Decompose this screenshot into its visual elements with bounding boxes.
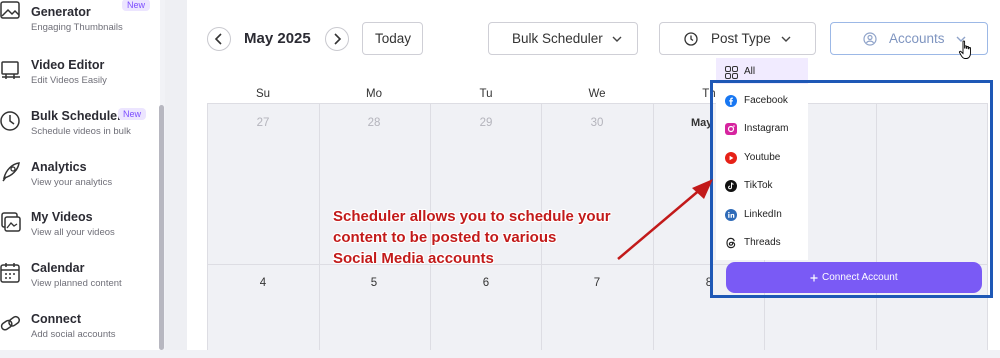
chevron-down-icon [781,36,791,42]
highlight-box [710,80,993,298]
new-badge: New [122,0,151,11]
bulk-scheduler-label: Bulk Scheduler [512,31,603,46]
sidebar-item-my-videos[interactable]: My Videos View all your videos [0,210,158,256]
grid-line [319,103,320,350]
annotation-text: Scheduler allows you to schedule your co… [333,206,611,269]
sidebar-item-subtitle: View all your videos [31,227,115,238]
rocket-icon [0,160,22,184]
image-icon [0,0,22,23]
day-cell[interactable]: 29 [466,117,506,129]
accounts-label: Accounts [889,31,945,46]
chevron-down-icon [612,36,622,42]
post-type-dropdown[interactable]: Post Type [659,22,816,55]
user-icon [863,32,877,46]
sidebar-item-bulk-scheduler[interactable]: Bulk Scheduler New Schedule videos in bu… [0,108,158,155]
sidebar-item-label: Connect [31,312,81,326]
weekday-header: Su [255,88,271,100]
my-videos-icon [0,210,22,234]
sidebar-item-connect[interactable]: Connect Add social accounts [0,312,158,358]
sidebar-item-label: Bulk Scheduler [31,109,122,123]
next-month-button[interactable] [325,27,349,51]
weekday-header: Tu [479,88,493,100]
sidebar-item-subtitle: Engaging Thumbnails [31,22,123,33]
day-cell[interactable]: 4 [243,277,283,289]
annotation-arrow [617,179,713,260]
chevron-left-icon [214,33,222,45]
sidebar-item-subtitle: Schedule videos in bulk [31,126,131,137]
clock-icon [684,32,698,46]
annotation-line: content to be posted to various [333,229,557,246]
sidebar-item-subtitle: View your analytics [31,177,113,188]
sidebar-item-label: Analytics [31,160,87,174]
annotation-line: Scheduler allows you to schedule your [333,208,611,225]
sidebar-item-subtitle: Edit Videos Easily [31,75,107,86]
weekday-header: Mo [366,88,382,100]
day-cell[interactable]: 27 [243,117,283,129]
bulk-scheduler-dropdown[interactable]: Bulk Scheduler [488,22,638,55]
sidebar-scrollbar[interactable] [159,105,164,350]
sidebar-item-label: Calendar [31,261,85,275]
day-cell[interactable]: 30 [577,117,617,129]
today-button[interactable]: Today [362,22,423,55]
month-title: May 2025 [244,30,311,47]
weekday-header: We [588,88,606,100]
day-cell[interactable]: 5 [354,277,394,289]
new-badge: New [118,108,147,120]
prev-month-button[interactable] [207,27,231,51]
post-type-label: Post Type [711,31,771,46]
sidebar-item-label: My Videos [31,210,93,224]
hand-cursor-icon [958,40,971,59]
gutter [165,0,187,350]
sidebar-item-calendar[interactable]: Calendar View planned content [0,261,158,307]
sidebar-item-analytics[interactable]: Analytics View your analytics [0,160,158,206]
clock-icon [0,109,22,133]
menu-item-label: All [744,66,756,77]
sidebar: Generator New Engaging Thumbnails Video … [0,0,160,350]
grid-line [207,103,208,350]
sidebar-item-subtitle: Add social accounts [31,329,116,340]
calendar-icon [0,261,22,285]
link-icon [0,312,22,336]
day-cell[interactable]: 6 [466,277,506,289]
sidebar-item-label: Video Editor [31,58,105,72]
annotation-line: Social Media accounts [333,250,494,267]
sidebar-item-video-editor[interactable]: Video Editor Edit Videos Easily [0,58,158,104]
video-editor-icon [0,58,22,82]
today-label: Today [375,31,412,46]
sidebar-item-subtitle: View planned content [31,278,122,289]
sidebar-item-label: Generator [31,5,91,19]
day-cell[interactable]: 28 [354,117,394,129]
chevron-right-icon [334,33,342,45]
grid-icon [725,66,738,79]
day-cell[interactable]: 7 [577,277,617,289]
sidebar-item-generator[interactable]: Generator New Engaging Thumbnails [0,0,158,51]
